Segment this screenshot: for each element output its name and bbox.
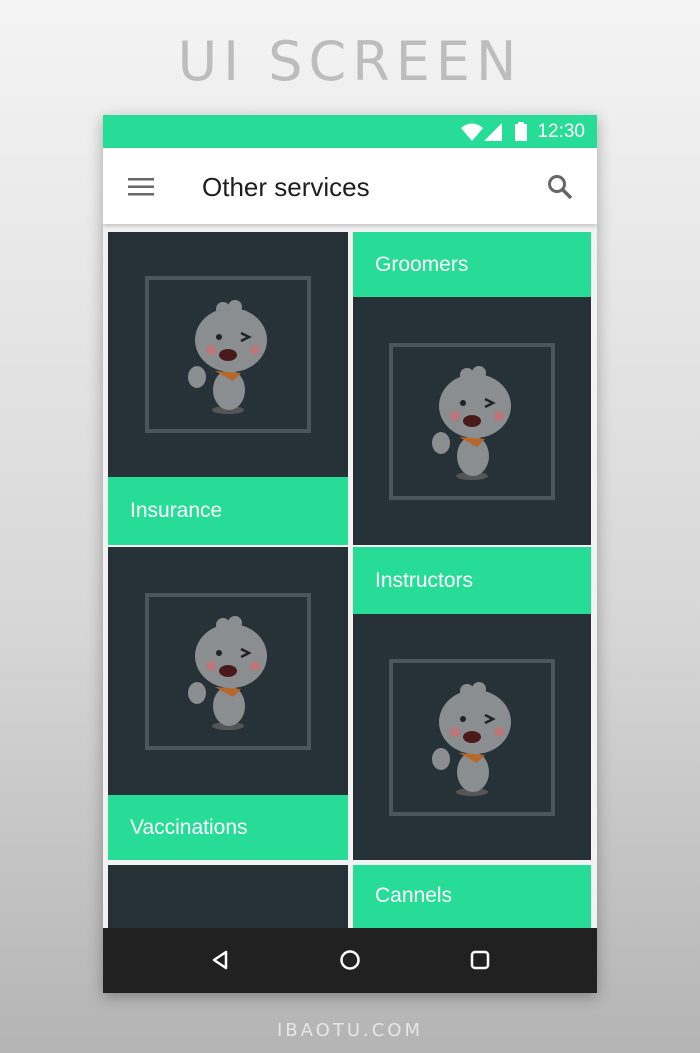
mascot-illustration <box>188 299 267 414</box>
card-label: Groomers <box>353 232 591 297</box>
hamburger-menu-icon[interactable] <box>128 178 154 196</box>
services-grid: Insurance Groomers Vaccinations Instruct… <box>103 224 597 928</box>
service-card-insurance[interactable]: Insurance <box>108 232 348 545</box>
card-image <box>353 614 591 860</box>
card-label: Vaccinations <box>108 795 348 860</box>
card-image <box>108 232 348 477</box>
battery-icon <box>515 122 527 141</box>
app-bar: Other services <box>103 148 597 224</box>
wifi-icon <box>461 123 483 141</box>
service-card-vaccinations[interactable]: Vaccinations <box>108 547 348 860</box>
phone-screen: 12:30 Other services Insurance Groomers … <box>103 115 597 993</box>
status-time: 12:30 <box>537 121 585 142</box>
mascot-illustration <box>188 616 267 730</box>
service-card[interactable] <box>108 865 348 928</box>
card-image <box>108 547 348 795</box>
service-card-instructors[interactable]: Instructors <box>353 547 591 860</box>
watermark-footer: IBAOTU.COM <box>277 1020 423 1041</box>
card-label: Cannels <box>353 865 591 927</box>
mascot-illustration <box>432 366 511 480</box>
back-icon[interactable] <box>210 949 232 976</box>
card-label: Instructors <box>353 547 591 614</box>
status-bar: 12:30 <box>103 115 597 148</box>
card-label: Insurance <box>108 477 348 545</box>
signal-icon <box>484 123 502 141</box>
navigation-bar <box>103 928 597 993</box>
page-heading: UI SCREEN <box>177 30 523 93</box>
mascot-illustration <box>432 682 511 796</box>
recents-icon[interactable] <box>469 949 491 976</box>
search-icon[interactable] <box>547 174 573 200</box>
card-image <box>353 297 591 545</box>
service-card-groomers[interactable]: Groomers <box>353 232 591 545</box>
home-icon[interactable] <box>339 949 361 976</box>
service-card-cannels[interactable]: Cannels <box>353 865 591 928</box>
page-title: Other services <box>202 172 370 202</box>
